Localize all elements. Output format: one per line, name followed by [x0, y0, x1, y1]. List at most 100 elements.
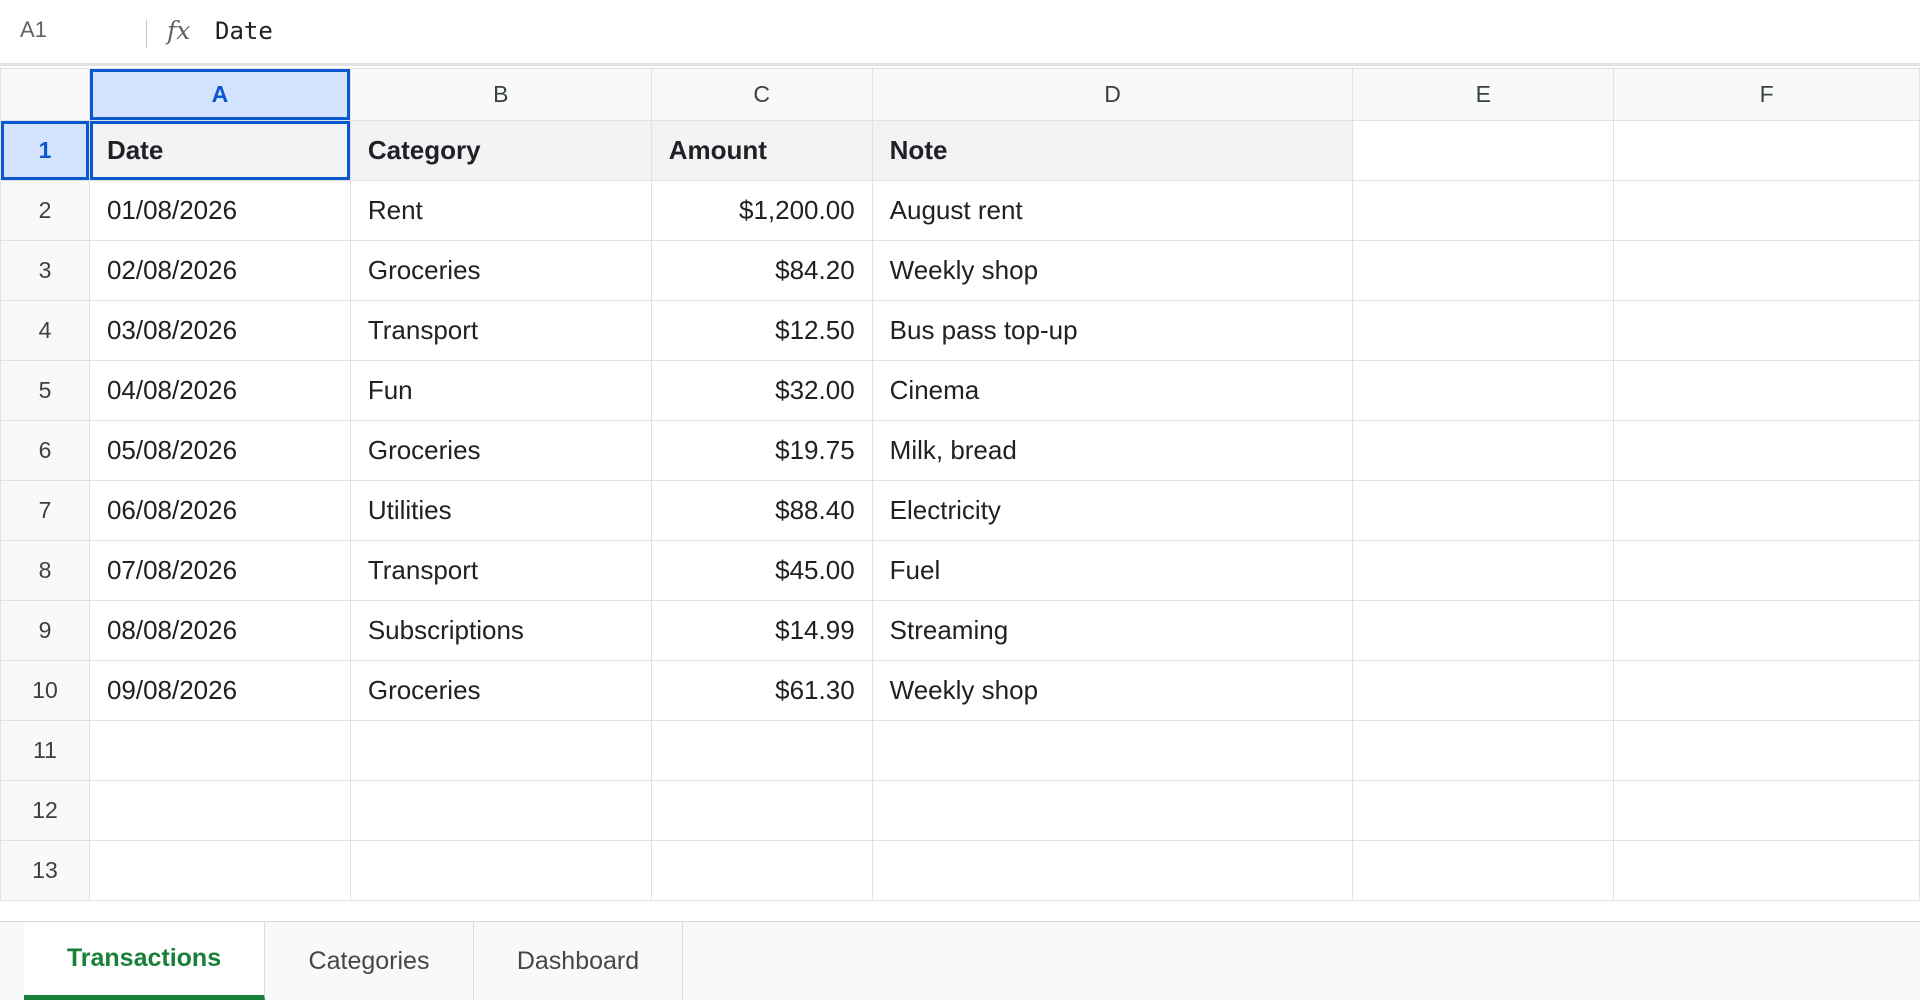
name-box[interactable]: A1: [20, 17, 47, 43]
cell-a6[interactable]: 05/08/2026: [88, 420, 351, 481]
cell-b13[interactable]: [349, 840, 652, 901]
row-header-5[interactable]: 5: [0, 360, 90, 421]
cell-e6[interactable]: [1352, 420, 1615, 481]
cell-a7[interactable]: 06/08/2026: [88, 480, 351, 541]
cell-c5[interactable]: $32.00: [650, 360, 873, 421]
cell-f8[interactable]: [1613, 540, 1920, 601]
formula-input[interactable]: [215, 17, 1815, 45]
cell-b6[interactable]: Groceries: [349, 420, 652, 481]
cell-d9[interactable]: Streaming: [871, 600, 1354, 661]
row-header-12[interactable]: 12: [0, 780, 90, 841]
cell-d5[interactable]: Cinema: [871, 360, 1354, 421]
cell-b10[interactable]: Groceries: [349, 660, 652, 721]
cell-c8[interactable]: $45.00: [650, 540, 873, 601]
cell-f3[interactable]: [1613, 240, 1920, 301]
cell-e3[interactable]: [1352, 240, 1615, 301]
row-header-6[interactable]: 6: [0, 420, 90, 481]
cell-c4[interactable]: $12.50: [650, 300, 873, 361]
cell-a11[interactable]: [88, 720, 351, 781]
cell-c12[interactable]: [650, 780, 873, 841]
row-header-3[interactable]: 3: [0, 240, 90, 301]
cell-b2[interactable]: Rent: [349, 180, 652, 241]
cell-c11[interactable]: [650, 720, 873, 781]
row-header-1[interactable]: 1: [0, 120, 90, 181]
cell-f11[interactable]: [1613, 720, 1920, 781]
cell-a4[interactable]: 03/08/2026: [88, 300, 351, 361]
cell-e10[interactable]: [1352, 660, 1615, 721]
row-header-8[interactable]: 8: [0, 540, 90, 601]
cell-d1[interactable]: Note: [871, 120, 1354, 181]
cell-e2[interactable]: [1352, 180, 1615, 241]
cell-d10[interactable]: Weekly shop: [871, 660, 1354, 721]
cell-e11[interactable]: [1352, 720, 1615, 781]
cell-f6[interactable]: [1613, 420, 1920, 481]
row-header-11[interactable]: 11: [0, 720, 90, 781]
cell-a9[interactable]: 08/08/2026: [88, 600, 351, 661]
cell-f13[interactable]: [1613, 840, 1920, 901]
cell-c1[interactable]: Amount: [650, 120, 873, 181]
row-header-4[interactable]: 4: [0, 300, 90, 361]
cell-d12[interactable]: [871, 780, 1354, 841]
cell-c2[interactable]: $1,200.00: [650, 180, 873, 241]
cell-a10[interactable]: 09/08/2026: [88, 660, 351, 721]
cell-b3[interactable]: Groceries: [349, 240, 652, 301]
cell-b8[interactable]: Transport: [349, 540, 652, 601]
cell-e8[interactable]: [1352, 540, 1615, 601]
cell-e12[interactable]: [1352, 780, 1615, 841]
sheet-tab-dashboard[interactable]: Dashboard: [474, 922, 683, 1000]
cell-d7[interactable]: Electricity: [871, 480, 1354, 541]
cell-e13[interactable]: [1352, 840, 1615, 901]
cell-b7[interactable]: Utilities: [349, 480, 652, 541]
column-header-f[interactable]: F: [1613, 68, 1920, 121]
sheet-tab-categories[interactable]: Categories: [265, 922, 474, 1000]
cell-d6[interactable]: Milk, bread: [871, 420, 1354, 481]
cell-d11[interactable]: [871, 720, 1354, 781]
row-header-7[interactable]: 7: [0, 480, 90, 541]
cell-f2[interactable]: [1613, 180, 1920, 241]
cell-c6[interactable]: $19.75: [650, 420, 873, 481]
cell-e5[interactable]: [1352, 360, 1615, 421]
cell-a12[interactable]: [88, 780, 351, 841]
cell-b9[interactable]: Subscriptions: [349, 600, 652, 661]
cell-b5[interactable]: Fun: [349, 360, 652, 421]
cell-a2[interactable]: 01/08/2026: [88, 180, 351, 241]
column-header-e[interactable]: E: [1352, 68, 1615, 121]
cell-e4[interactable]: [1352, 300, 1615, 361]
cell-d4[interactable]: Bus pass top-up: [871, 300, 1354, 361]
column-header-b[interactable]: B: [349, 68, 652, 121]
cell-f9[interactable]: [1613, 600, 1920, 661]
cell-a13[interactable]: [88, 840, 351, 901]
cell-b11[interactable]: [349, 720, 652, 781]
cell-c9[interactable]: $14.99: [650, 600, 873, 661]
sheet-tab-transactions[interactable]: Transactions: [24, 922, 265, 1000]
row-header-13[interactable]: 13: [0, 840, 90, 901]
cell-a5[interactable]: 04/08/2026: [88, 360, 351, 421]
cell-a8[interactable]: 07/08/2026: [88, 540, 351, 601]
cell-d2[interactable]: August rent: [871, 180, 1354, 241]
select-all-corner[interactable]: [0, 68, 90, 121]
cell-c3[interactable]: $84.20: [650, 240, 873, 301]
cell-f10[interactable]: [1613, 660, 1920, 721]
cell-d8[interactable]: Fuel: [871, 540, 1354, 601]
cell-f12[interactable]: [1613, 780, 1920, 841]
column-header-a[interactable]: A: [88, 68, 351, 121]
cell-e9[interactable]: [1352, 600, 1615, 661]
cell-c7[interactable]: $88.40: [650, 480, 873, 541]
cell-b4[interactable]: Transport: [349, 300, 652, 361]
cell-d3[interactable]: Weekly shop: [871, 240, 1354, 301]
cell-e7[interactable]: [1352, 480, 1615, 541]
row-header-10[interactable]: 10: [0, 660, 90, 721]
cell-a1[interactable]: Date: [88, 120, 351, 181]
cell-c13[interactable]: [650, 840, 873, 901]
column-header-d[interactable]: D: [871, 68, 1354, 121]
cell-b12[interactable]: [349, 780, 652, 841]
cell-d13[interactable]: [871, 840, 1354, 901]
cell-f5[interactable]: [1613, 360, 1920, 421]
cell-c10[interactable]: $61.30: [650, 660, 873, 721]
cell-f4[interactable]: [1613, 300, 1920, 361]
row-header-2[interactable]: 2: [0, 180, 90, 241]
cell-f7[interactable]: [1613, 480, 1920, 541]
column-header-c[interactable]: C: [650, 68, 873, 121]
cell-e1[interactable]: [1352, 120, 1615, 181]
cell-f1[interactable]: [1613, 120, 1920, 181]
